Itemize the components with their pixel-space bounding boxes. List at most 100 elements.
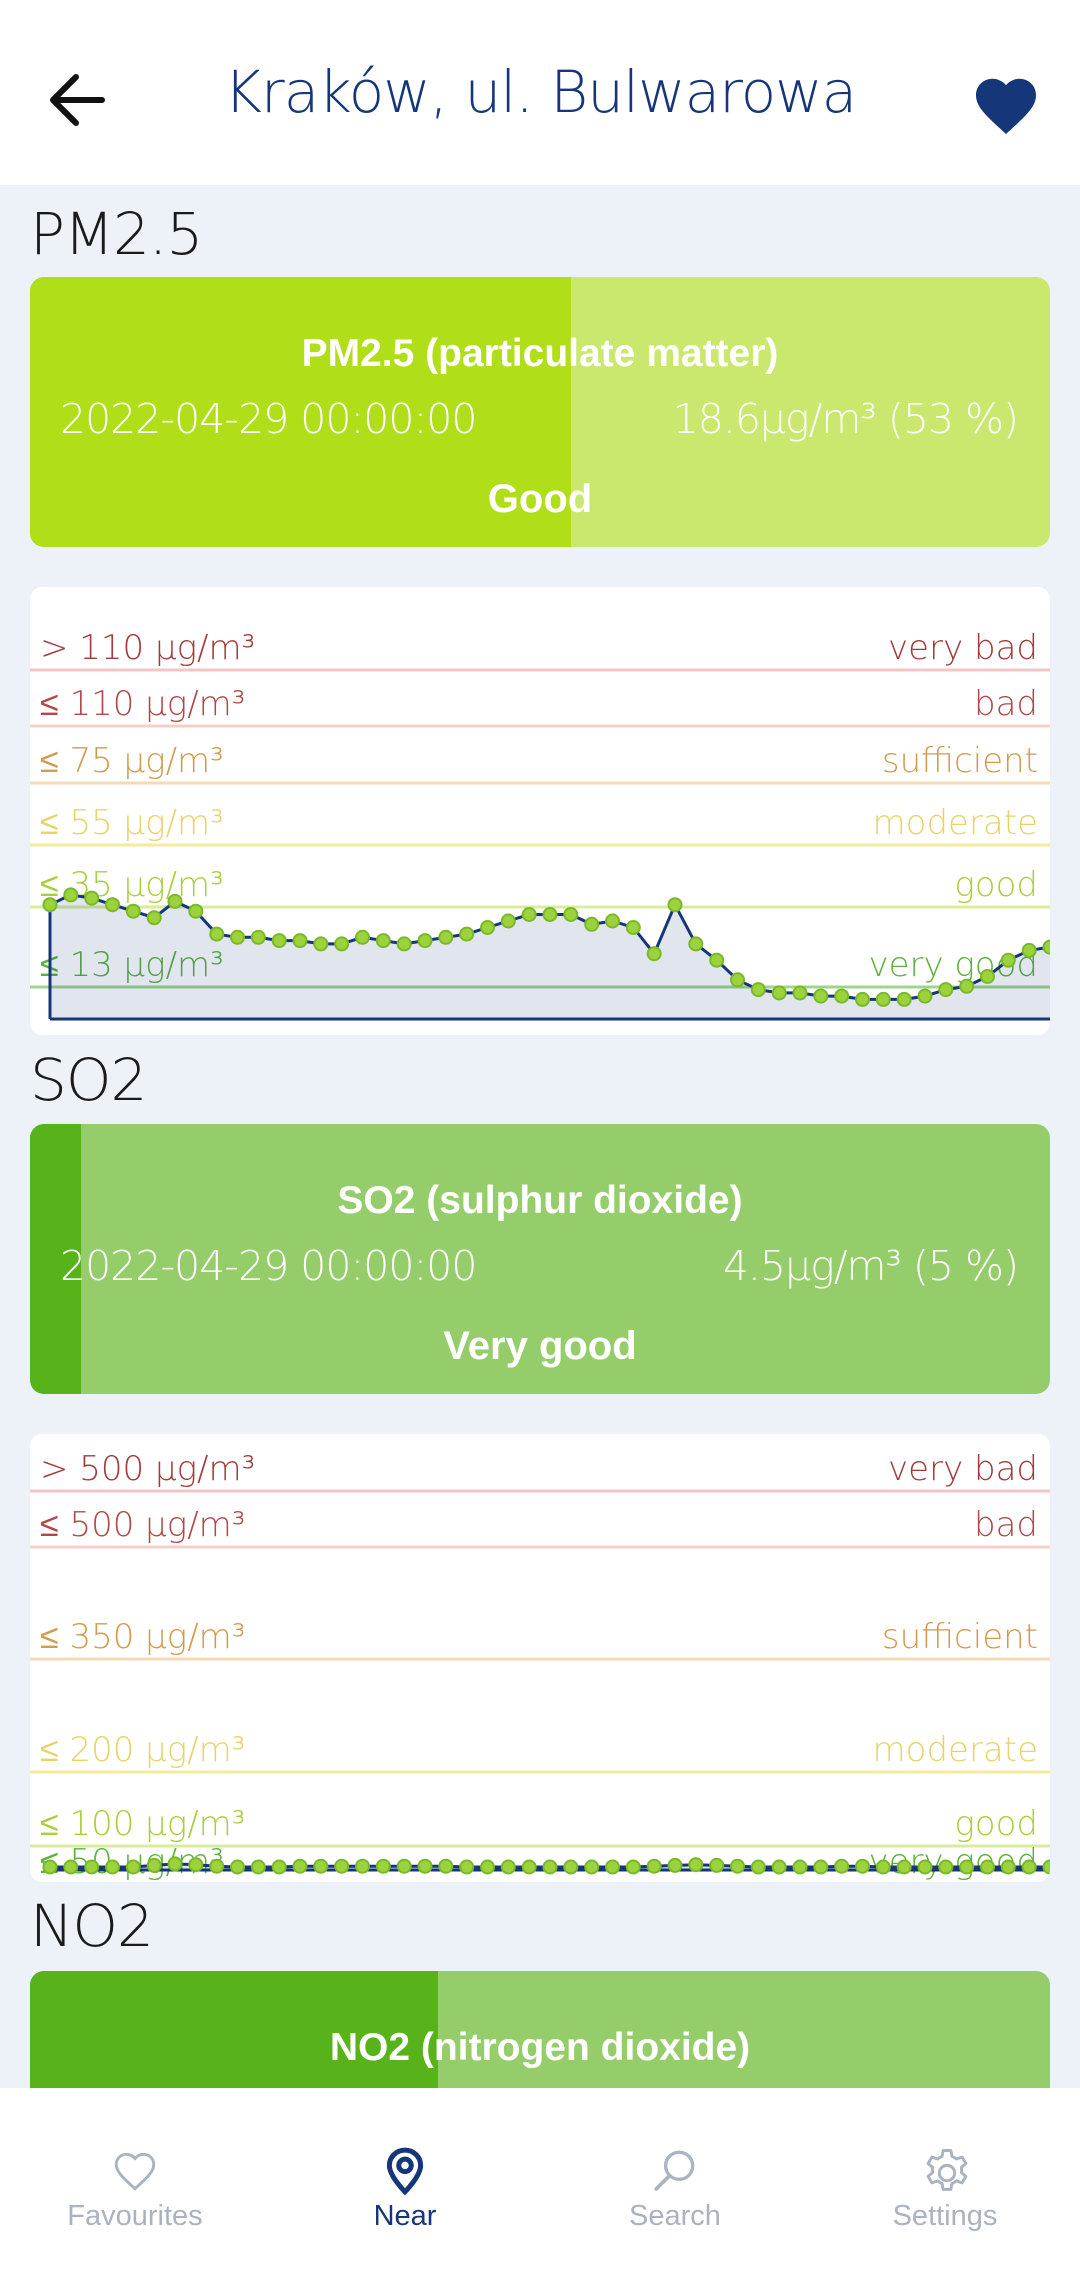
data-point [438, 929, 454, 945]
data-point [250, 1859, 266, 1875]
nav-item-near[interactable]: Near [270, 2088, 540, 2271]
data-point [750, 982, 766, 998]
pm25-chart-svg: > 110 µg/m³ very bad ≤ 110 µg/m³ bad ≤ 75 µg… [30, 628, 1050, 1021]
data-point [313, 1858, 329, 1874]
so2-history-chart: > 500 µg/m³ very bad ≤ 500 µg/m³ bad ≤ 350 µ… [30, 1434, 1050, 1882]
data-point [542, 1859, 558, 1875]
data-point [1000, 952, 1016, 968]
data-point [209, 1858, 225, 1874]
data-point [188, 1857, 204, 1873]
data-point [980, 1859, 995, 1875]
data-point [688, 1857, 704, 1873]
data-point [105, 1859, 120, 1875]
pm25-summary-card[interactable]: PM2.5 (particulate matter) 2022-04-29 00… [30, 277, 1050, 547]
data-point [84, 1859, 100, 1875]
data-point [105, 897, 120, 913]
data-point [625, 1859, 641, 1875]
data-point [313, 936, 329, 952]
data-point [521, 1859, 537, 1875]
data-point [584, 916, 600, 932]
data-point [63, 1859, 79, 1875]
threshold-level-label: bad [974, 684, 1038, 724]
data-point [146, 910, 162, 926]
data-point [375, 933, 391, 949]
threshold-limit-label: ≤ 75 µg/m³ [40, 741, 224, 781]
threshold-level-label: very bad [888, 628, 1038, 668]
data-point [980, 969, 995, 984]
data-point [938, 1859, 954, 1875]
data-point [646, 946, 662, 962]
section-heading-pm25: PM2.5 [30, 200, 203, 268]
data-point [230, 929, 245, 945]
data-point [375, 1858, 391, 1874]
data-point [292, 1858, 308, 1874]
threshold-level-label: very bad [888, 1449, 1038, 1489]
bottom-navigation: Favourites Near Search Settings [0, 2088, 1080, 2271]
data-point [167, 893, 183, 909]
data-point [480, 1859, 495, 1875]
page-title: Kraków, ul. Bulwarowa [223, 58, 857, 126]
heart-outline-icon [114, 2152, 156, 2191]
data-point [813, 1859, 829, 1875]
nav-item-search[interactable]: Search [540, 2088, 810, 2271]
gear-icon [926, 2149, 968, 2191]
data-point [938, 982, 954, 998]
section-heading-so2: SO2 [30, 1046, 147, 1114]
nav-label: Favourites [67, 2200, 203, 2232]
data-point [542, 907, 558, 922]
data-point [896, 1859, 912, 1875]
data-point [459, 926, 475, 942]
data-point [355, 1858, 370, 1874]
so2-summary-card[interactable]: SO2 (sulphur dioxide) 2022-04-29 00:00:0… [30, 1124, 1050, 1394]
data-point [855, 991, 870, 1007]
data-point [917, 988, 933, 1004]
favourite-button[interactable] [970, 70, 1042, 138]
nav-item-settings[interactable]: Settings [810, 2088, 1080, 2271]
card-title: NO2 (nitrogen dioxide) [329, 2026, 751, 2069]
measurement-date: 2022-04-29 00:00:00 [60, 1242, 477, 1290]
data-point [792, 985, 808, 1001]
threshold-limit-label: ≤ 500 µg/m³ [40, 1505, 245, 1545]
data-point [730, 972, 745, 988]
measurement-value: 4.5µg/m³ (5 %) [722, 1242, 1019, 1290]
back-button[interactable] [40, 60, 120, 140]
data-point [792, 1859, 808, 1875]
data-point [209, 926, 225, 942]
data-point [146, 1857, 162, 1873]
data-point [855, 1858, 870, 1874]
threshold-level-label: good [954, 865, 1038, 905]
data-point [334, 1858, 350, 1874]
data-point [771, 1859, 787, 1875]
data-point [959, 978, 975, 994]
location-pin-icon [386, 2147, 424, 2196]
data-point [813, 988, 829, 1004]
data-point [1021, 1859, 1037, 1875]
so2-chart-svg: > 500 µg/m³ very bad ≤ 500 µg/m³ bad ≤ 350 µ… [30, 1449, 1050, 1882]
data-point [500, 1859, 516, 1875]
threshold-level-label: good [954, 1804, 1038, 1844]
data-point [521, 907, 537, 922]
data-point [63, 887, 79, 903]
data-point [42, 1859, 58, 1875]
threshold-level-label: moderate [873, 803, 1038, 843]
data-point [875, 1859, 891, 1875]
data-point [1000, 1859, 1016, 1875]
card-title: SO2 (sulphur dioxide) [337, 1179, 743, 1222]
measurement-date: 2022-04-29 00:00:00 [60, 395, 477, 443]
data-point [896, 991, 912, 1007]
pm25-history-chart: > 110 µg/m³ very bad ≤ 110 µg/m³ bad ≤ 75 µg… [30, 587, 1050, 1035]
data-point [417, 1858, 433, 1874]
threshold-limit-label: ≤ 200 µg/m³ [40, 1730, 245, 1770]
data-point [167, 1856, 183, 1872]
data-point [125, 1859, 141, 1875]
nav-item-favourites[interactable]: Favourites [0, 2088, 270, 2271]
measurement-value: 18.6µg/m³ (53 %) [672, 395, 1019, 443]
data-point [1042, 1859, 1050, 1875]
threshold-limit-label: > 500 µg/m³ [40, 1449, 255, 1489]
data-point [834, 988, 850, 1004]
data-point [605, 913, 620, 929]
app-header: Kraków, ul. Bulwarowa [0, 0, 1080, 185]
data-point [334, 936, 350, 952]
data-point [834, 1858, 850, 1874]
data-point [396, 936, 412, 952]
